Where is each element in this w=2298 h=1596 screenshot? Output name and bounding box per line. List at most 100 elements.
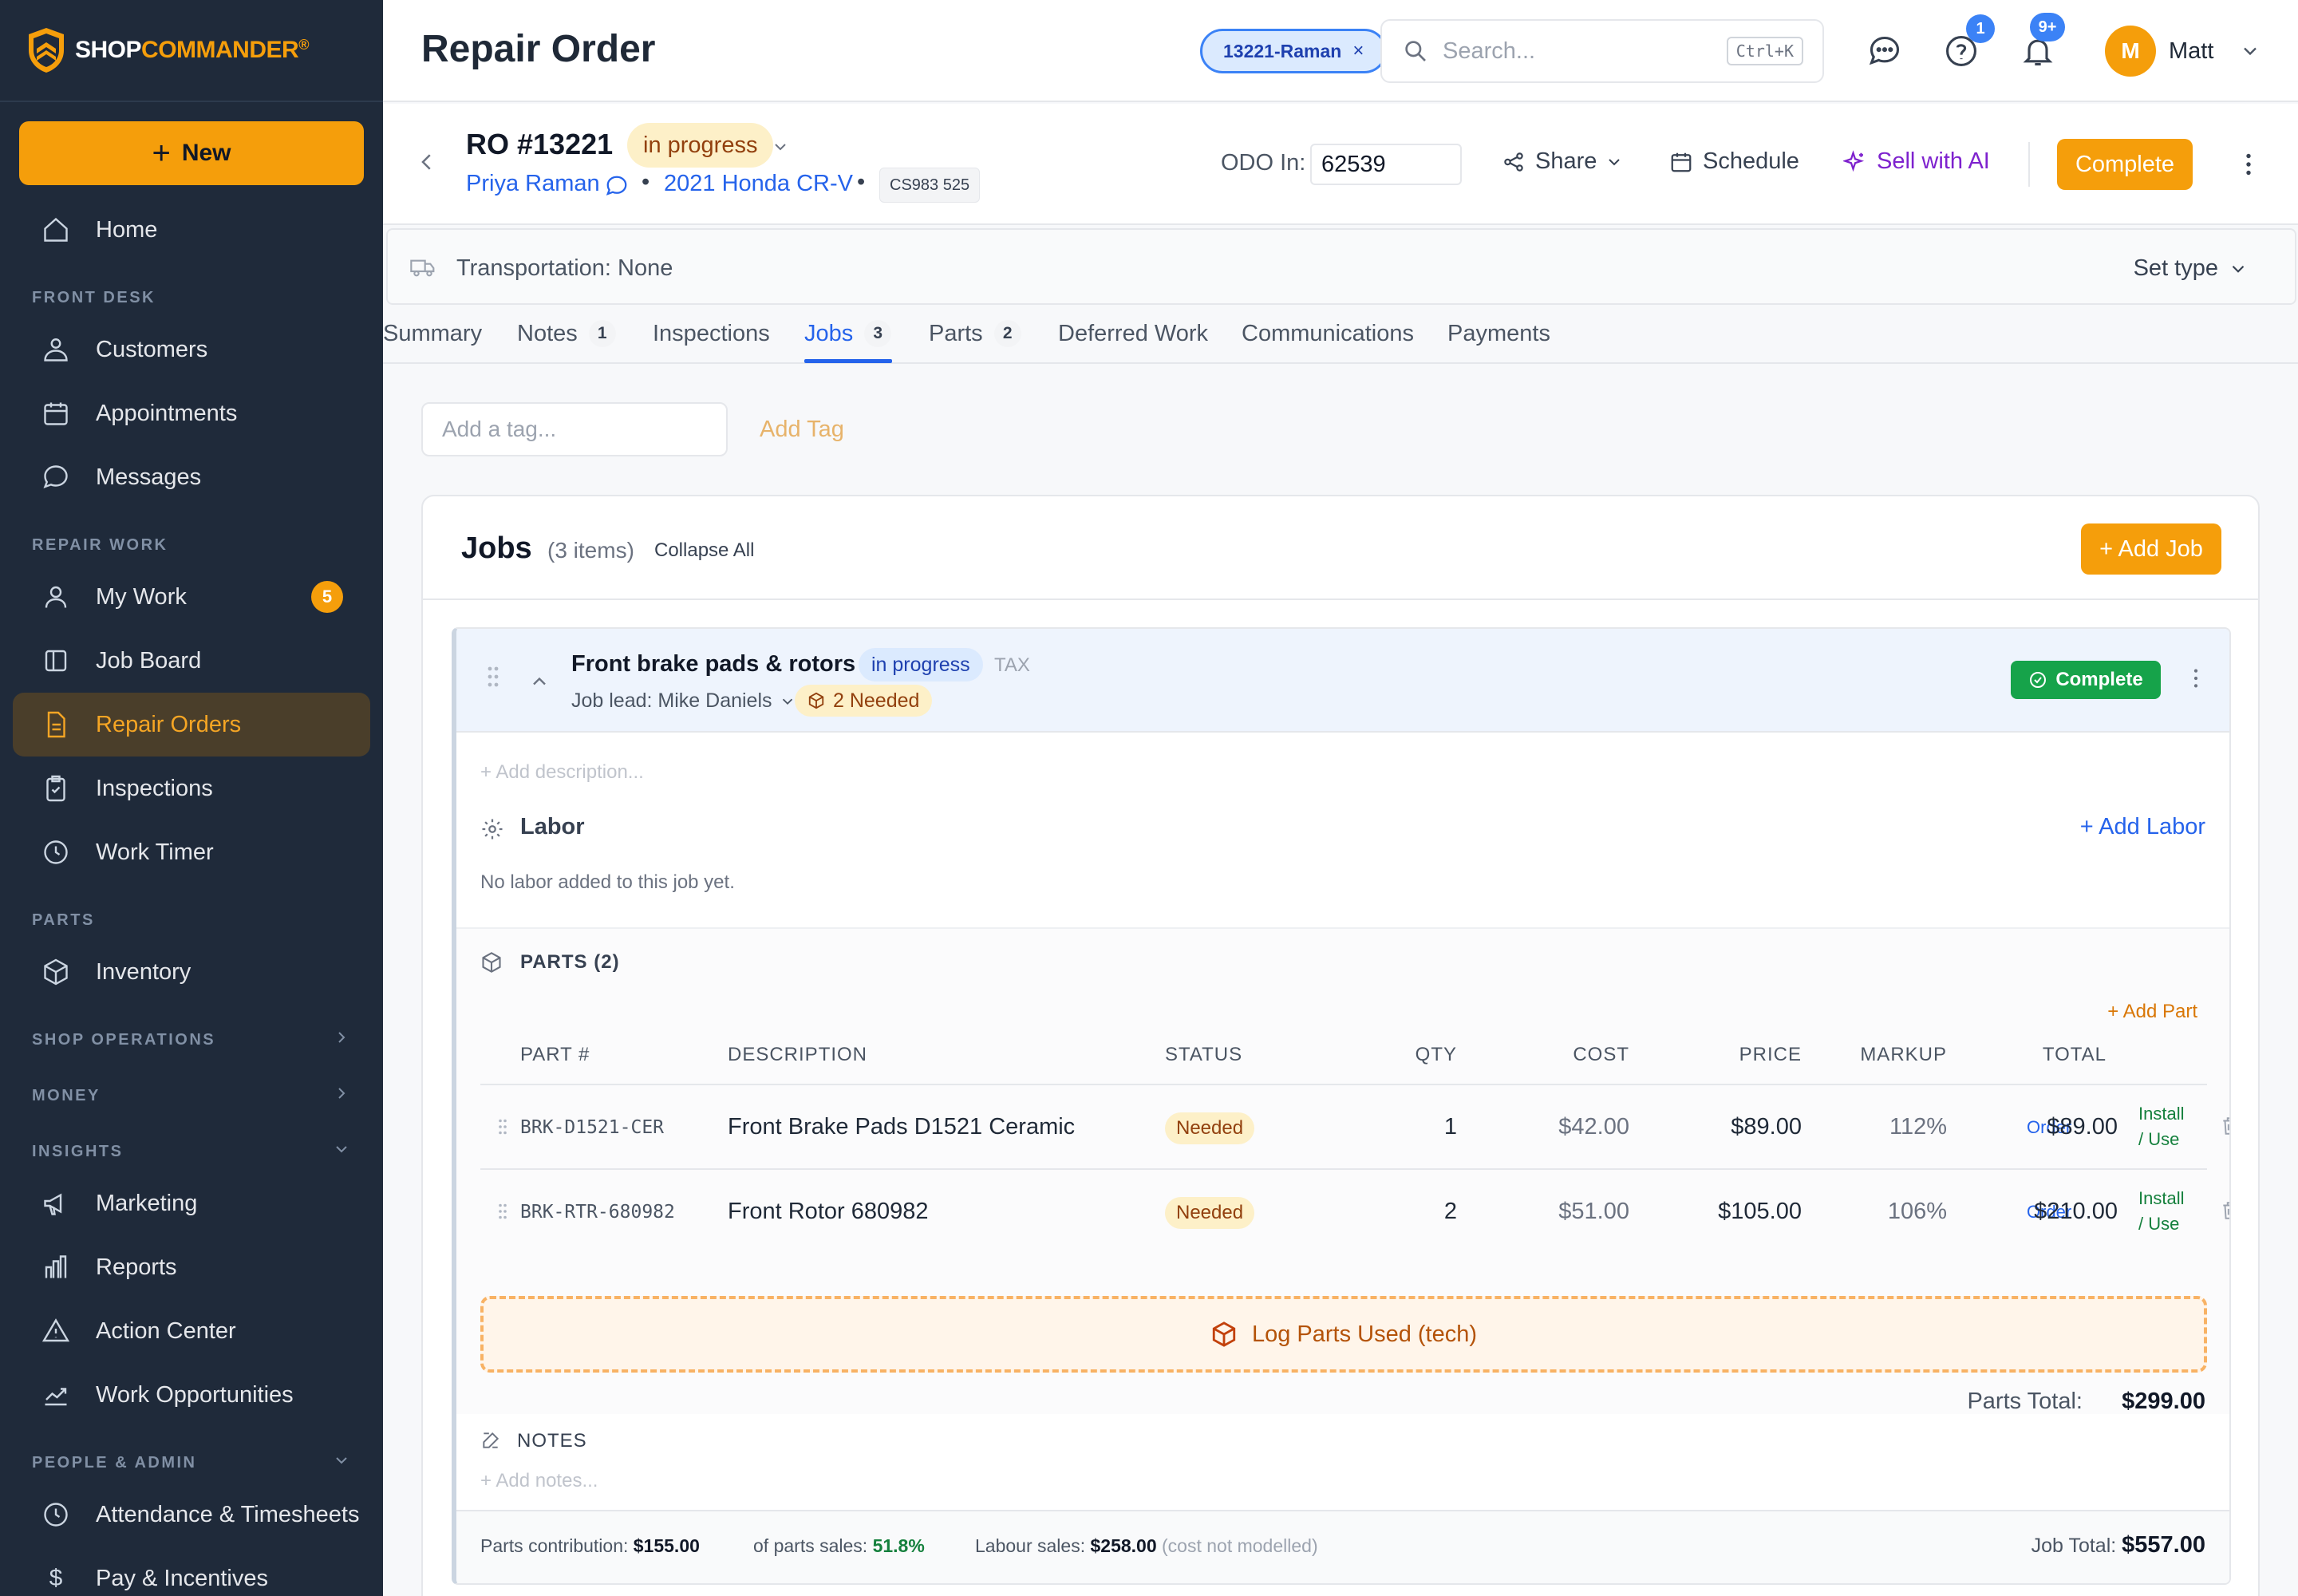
- sidebar-item-messages[interactable]: Messages: [13, 445, 370, 509]
- part-status-badge[interactable]: Needed: [1165, 1112, 1255, 1144]
- section-shop-operations[interactable]: SHOP OPERATIONS: [32, 1031, 351, 1049]
- sidebar-item-work-timer[interactable]: Work Timer: [13, 820, 370, 884]
- add-description-input[interactable]: + Add description...: [480, 761, 644, 784]
- table-row[interactable]: BRK-RTR-680982 Front Rotor 680982 Needed…: [480, 1168, 2229, 1253]
- chevron-left-icon[interactable]: [415, 150, 439, 174]
- sidebar-item-my-work[interactable]: My Work 5: [13, 565, 370, 629]
- schedule-button[interactable]: Schedule: [1669, 148, 1799, 175]
- edit-icon: [480, 1430, 501, 1451]
- trash-icon[interactable]: [2220, 1200, 2229, 1221]
- add-labor-button[interactable]: + Add Labor: [2080, 814, 2205, 840]
- drag-handle-icon[interactable]: [498, 1117, 507, 1136]
- box-icon: [40, 956, 72, 988]
- ro-number: RO #13221: [466, 128, 614, 160]
- sidebar-item-customers[interactable]: Customers: [13, 318, 370, 381]
- sidebar-item-appointments[interactable]: Appointments: [13, 381, 370, 445]
- chat-icon[interactable]: [1866, 32, 1904, 70]
- tab-inspections[interactable]: Inspections: [653, 311, 770, 356]
- table-row[interactable]: BRK-D1521-CER Front Brake Pads D1521 Cer…: [480, 1084, 2229, 1168]
- part-number: BRK-RTR-680982: [520, 1202, 675, 1223]
- sidebar-item-home[interactable]: Home: [13, 198, 370, 262]
- job-status-badge[interactable]: in progress: [859, 648, 983, 681]
- user-name[interactable]: Matt: [2169, 38, 2213, 65]
- shield-logo-icon: [29, 28, 64, 73]
- part-status-badge[interactable]: Needed: [1165, 1197, 1255, 1229]
- sidebar-item-action-center[interactable]: Action Center: [13, 1299, 370, 1363]
- add-notes-input[interactable]: + Add notes...: [480, 1470, 598, 1492]
- section-money[interactable]: MONEY: [32, 1087, 351, 1105]
- tab-notes[interactable]: Notes 1: [517, 311, 616, 356]
- complete-job-button[interactable]: Complete: [2011, 661, 2161, 699]
- odo-input[interactable]: 62539: [1310, 144, 1462, 185]
- sidebar-item-label: Work Timer: [96, 839, 214, 865]
- chevron-up-icon[interactable]: [528, 670, 551, 693]
- part-description: Front Brake Pads D1521 Ceramic: [728, 1114, 1076, 1140]
- close-icon[interactable]: ×: [1352, 40, 1364, 62]
- customer-link[interactable]: Priya Raman: [466, 171, 600, 197]
- tag-input[interactable]: Add a tag...: [421, 402, 728, 456]
- sidebar-item-inspections[interactable]: Inspections: [13, 757, 370, 820]
- log-parts-used-button[interactable]: Log Parts Used (tech): [480, 1296, 2207, 1373]
- vehicle-link[interactable]: 2021 Honda CR-V: [664, 171, 853, 197]
- trend-up-icon: [40, 1379, 72, 1411]
- part-qty[interactable]: 1: [1444, 1114, 1457, 1140]
- collapse-all-button[interactable]: Collapse All: [654, 539, 754, 562]
- share-button[interactable]: Share: [1502, 148, 1624, 175]
- part-price[interactable]: $89.00: [1731, 1114, 1802, 1140]
- tab-payments[interactable]: Payments: [1447, 311, 1550, 356]
- part-qty[interactable]: 2: [1444, 1199, 1457, 1225]
- sidebar-item-label: Home: [96, 216, 158, 243]
- avatar[interactable]: M: [2105, 26, 2156, 77]
- add-part-button[interactable]: + Add Part: [2107, 1001, 2197, 1023]
- chevron-down-icon[interactable]: [2239, 40, 2261, 62]
- column-header: TOTAL: [2042, 1044, 2106, 1065]
- search-input[interactable]: Search... Ctrl+K: [1380, 19, 1824, 83]
- my-work-count-badge: 5: [311, 581, 343, 613]
- trash-icon[interactable]: [2220, 1116, 2229, 1136]
- tab-deferred-work[interactable]: Deferred Work: [1058, 311, 1208, 356]
- chevron-down-icon[interactable]: [771, 137, 790, 156]
- add-tag-button[interactable]: Add Tag: [760, 417, 844, 443]
- sidebar-item-work-opportunities[interactable]: Work Opportunities: [13, 1363, 370, 1427]
- sidebar-item-marketing[interactable]: Marketing: [13, 1171, 370, 1235]
- section-people-admin[interactable]: PEOPLE & ADMIN: [32, 1454, 351, 1472]
- install-use-link[interactable]: Install / Use: [2138, 1186, 2184, 1237]
- sell-with-ai-button[interactable]: Sell with AI: [1843, 148, 1990, 175]
- tab-summary[interactable]: Summary: [383, 311, 482, 356]
- sidebar-item-job-board[interactable]: Job Board: [13, 629, 370, 693]
- part-markup: 106%: [1887, 1199, 1947, 1224]
- part-cost: $51.00: [1558, 1199, 1629, 1224]
- job-card: Front brake pads & rotors in progress TA…: [452, 627, 2231, 1585]
- tab-jobs[interactable]: Jobs 3: [804, 311, 892, 356]
- sidebar-item-repair-orders[interactable]: Repair Orders: [13, 693, 370, 757]
- set-type-label: Set type: [2133, 255, 2218, 281]
- complete-ro-button[interactable]: Complete: [2057, 139, 2193, 190]
- sidebar-item-inventory[interactable]: Inventory: [13, 940, 370, 1004]
- transportation-bar: Transportation: None Set type: [386, 228, 2296, 305]
- drag-handle-icon[interactable]: [487, 666, 499, 688]
- install-use-link[interactable]: Install / Use: [2138, 1101, 2184, 1152]
- set-type-dropdown[interactable]: Set type: [2134, 255, 2249, 282]
- ro-status-badge[interactable]: in progress: [627, 123, 774, 168]
- sidebar-item-attendance[interactable]: Attendance & Timesheets: [13, 1483, 370, 1547]
- brand-logo[interactable]: SHOPCOMMANDER®: [0, 0, 383, 102]
- sidebar-item-label: Attendance & Timesheets: [96, 1501, 360, 1527]
- ro-header: RO #13221 in progress Priya Raman • 2021…: [383, 104, 2298, 225]
- more-options-icon[interactable]: [2183, 666, 2209, 691]
- sell-with-ai-label: Sell with AI: [1877, 148, 1990, 174]
- add-job-button[interactable]: + Add Job: [2081, 523, 2221, 575]
- message-icon[interactable]: [605, 174, 629, 198]
- new-button[interactable]: + New: [19, 121, 364, 185]
- more-options-icon[interactable]: [2234, 150, 2263, 179]
- box-icon: [480, 951, 503, 974]
- drag-handle-icon[interactable]: [498, 1202, 507, 1221]
- part-price[interactable]: $105.00: [1718, 1199, 1802, 1225]
- tab-parts[interactable]: Parts 2: [929, 311, 1021, 356]
- tab-communications[interactable]: Communications: [1242, 311, 1414, 356]
- ro-filter-chip[interactable]: 13221-Raman ×: [1200, 29, 1388, 73]
- sidebar-item-pay[interactable]: $ Pay & Incentives: [13, 1547, 370, 1596]
- parts-contribution: Parts contribution: $155.00: [480, 1535, 700, 1556]
- section-insights[interactable]: INSIGHTS: [32, 1143, 351, 1161]
- job-lead-dropdown[interactable]: Job lead: Mike Daniels: [571, 689, 796, 713]
- sidebar-item-reports[interactable]: Reports: [13, 1235, 370, 1299]
